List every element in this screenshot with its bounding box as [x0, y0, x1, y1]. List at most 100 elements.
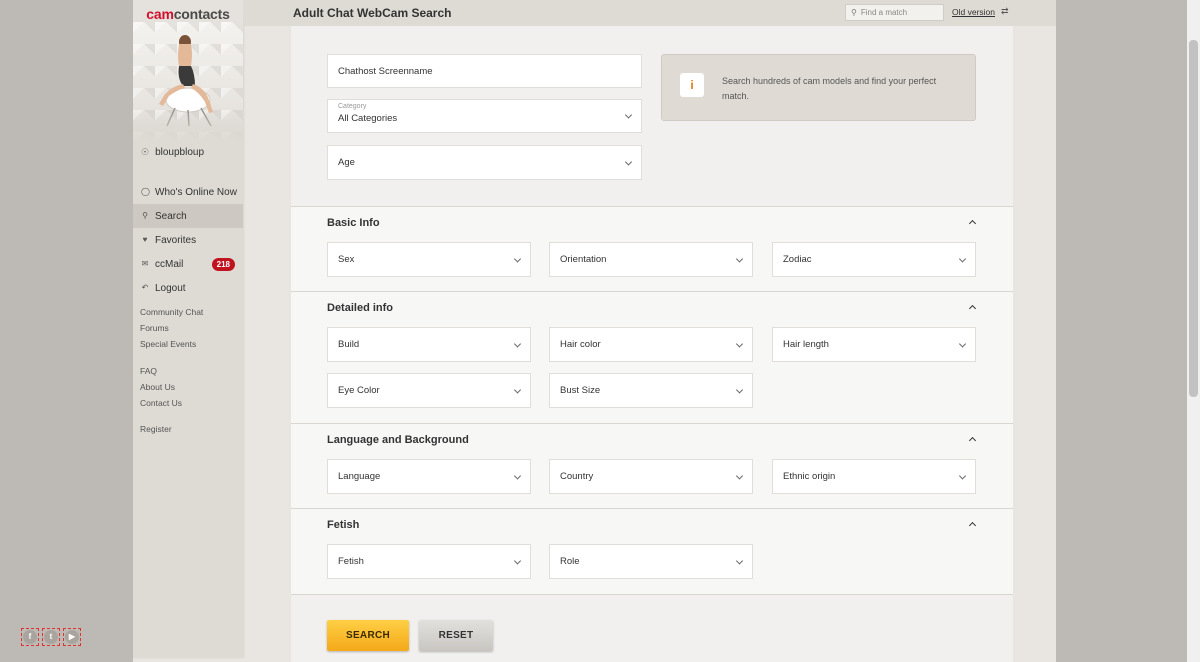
sidebar-item-search[interactable]: ⚲ Search: [133, 204, 243, 228]
bulb-icon: ◯: [141, 187, 150, 196]
brand-logo[interactable]: camcontacts: [133, 0, 243, 22]
twitter-link[interactable]: t: [42, 628, 60, 646]
nav-label: Search: [155, 210, 187, 222]
chevron-down-icon: [513, 385, 522, 394]
section-fetish: Fetish Fetish Role: [291, 508, 1013, 595]
twitter-icon: t: [44, 630, 58, 644]
sidebar: camcontacts ☉ bloupbloup ◯ Who's Online …: [133, 0, 243, 658]
collapse-icon[interactable]: [968, 521, 977, 530]
hair-color-select[interactable]: Hair color: [549, 327, 753, 362]
category-value: All Categories: [338, 113, 398, 124]
facebook-link[interactable]: f: [21, 628, 39, 646]
role-select[interactable]: Role: [549, 544, 753, 579]
nav-label: Logout: [155, 282, 186, 294]
orientation-select[interactable]: Orientation: [549, 242, 753, 277]
link-about-us[interactable]: About Us: [140, 382, 182, 398]
eye-color-select[interactable]: Eye Color: [327, 373, 531, 408]
section-detailed-info: Detailed info Build Hair color Hair leng…: [291, 291, 1013, 423]
page-scrollbar[interactable]: [1187, 0, 1200, 662]
link-register[interactable]: Register: [140, 424, 172, 440]
collapse-icon[interactable]: [968, 219, 977, 228]
collapse-icon[interactable]: [968, 436, 977, 445]
chevron-down-icon: [735, 254, 744, 263]
swap-icon[interactable]: ⇄: [1001, 6, 1009, 17]
chevron-down-icon: [958, 471, 967, 480]
zodiac-select[interactable]: Zodiac: [772, 242, 976, 277]
field-label: Eye Color: [338, 385, 380, 396]
field-label: Ethnic origin: [783, 471, 836, 482]
section-title: Fetish: [327, 519, 360, 531]
youtube-icon: ▶: [65, 630, 79, 644]
nav-label: ccMail: [155, 258, 184, 270]
find-match-input[interactable]: ⚲ Find a match: [845, 4, 944, 21]
sidebar-links-info: FAQ About Us Contact Us: [140, 366, 182, 414]
chevron-down-icon: [735, 339, 744, 348]
category-label: Category: [338, 103, 367, 110]
fetish-select[interactable]: Fetish: [327, 544, 531, 579]
chevron-down-icon: [624, 111, 633, 119]
chevron-down-icon: [735, 471, 744, 480]
unread-badge: 218: [211, 258, 235, 271]
screenname-placeholder: Chathost Screenname: [338, 65, 433, 77]
field-label: Hair color: [560, 339, 601, 350]
username-label: bloupbloup: [155, 147, 205, 158]
link-forums[interactable]: Forums: [140, 323, 203, 339]
scrollbar-thumb[interactable]: [1189, 40, 1198, 397]
age-label: Age: [338, 157, 355, 168]
reset-button[interactable]: RESET: [419, 620, 493, 651]
chevron-down-icon: [958, 254, 967, 263]
brand-part-contacts: contacts: [173, 6, 230, 22]
link-special-events[interactable]: Special Events: [140, 339, 203, 355]
sex-select[interactable]: Sex: [327, 242, 531, 277]
age-select[interactable]: Age: [327, 145, 642, 180]
sidebar-item-favorites[interactable]: ♥ Favorites: [133, 228, 243, 252]
field-label: Fetish: [338, 556, 364, 567]
sidebar-links-register: Register: [140, 424, 172, 440]
user-profile[interactable]: ☉ bloupbloup: [141, 147, 204, 158]
collapse-icon[interactable]: [968, 304, 977, 313]
sidebar-item-whos-online[interactable]: ◯ Who's Online Now: [133, 180, 243, 204]
mail-icon: ✉: [141, 259, 149, 268]
ethnic-origin-select[interactable]: Ethnic origin: [772, 459, 976, 494]
sidebar-item-ccmail[interactable]: ✉ ccMail 218: [133, 252, 243, 276]
chevron-down-icon: [735, 556, 744, 565]
find-match-placeholder: Find a match: [860, 8, 908, 17]
chevron-down-icon: [513, 556, 522, 565]
hair-length-select[interactable]: Hair length: [772, 327, 976, 362]
country-select[interactable]: Country: [549, 459, 753, 494]
search-button[interactable]: SEARCH: [327, 620, 409, 651]
build-select[interactable]: Build: [327, 327, 531, 362]
field-label: Orientation: [560, 254, 607, 265]
section-title: Basic Info: [327, 217, 380, 229]
nav-label: Who's Online Now: [155, 186, 237, 198]
screenname-input[interactable]: Chathost Screenname: [327, 54, 642, 88]
old-version-link[interactable]: Old version: [952, 7, 995, 17]
user-icon: ☉: [141, 147, 150, 157]
chevron-down-icon: [513, 339, 522, 348]
link-community-chat[interactable]: Community Chat: [140, 307, 203, 323]
youtube-link[interactable]: ▶: [63, 628, 81, 646]
link-contact-us[interactable]: Contact Us: [140, 398, 182, 414]
category-select[interactable]: Category All Categories: [327, 99, 642, 133]
link-faq[interactable]: FAQ: [140, 366, 182, 382]
heart-icon: ♥: [142, 235, 148, 244]
nav-label: Favorites: [155, 234, 197, 246]
field-label: Bust Size: [560, 385, 601, 396]
search-icon: ⚲: [142, 211, 148, 220]
field-label: Hair length: [783, 339, 829, 350]
sidebar-item-logout[interactable]: ↶ Logout: [133, 276, 243, 300]
info-text: Search hundreds of cam models and find y…: [722, 76, 937, 101]
section-basic-info: Basic Info Sex Orientation Zodiac: [291, 206, 1013, 292]
field-label: Build: [338, 339, 360, 350]
info-icon: i: [680, 73, 704, 97]
chevron-down-icon: [624, 157, 633, 166]
social-links: f t ▶: [21, 628, 81, 646]
field-label: Language: [338, 471, 381, 482]
language-select[interactable]: Language: [327, 459, 531, 494]
info-box: i Search hundreds of cam models and find…: [661, 54, 976, 121]
sidebar-nav: ◯ Who's Online Now ⚲ Search ♥ Favorites …: [133, 180, 243, 300]
bust-size-select[interactable]: Bust Size: [549, 373, 753, 408]
page-title: Adult Chat WebCam Search: [293, 6, 452, 20]
chevron-down-icon: [958, 339, 967, 348]
section-language-background: Language and Background Language Country…: [291, 423, 1013, 509]
